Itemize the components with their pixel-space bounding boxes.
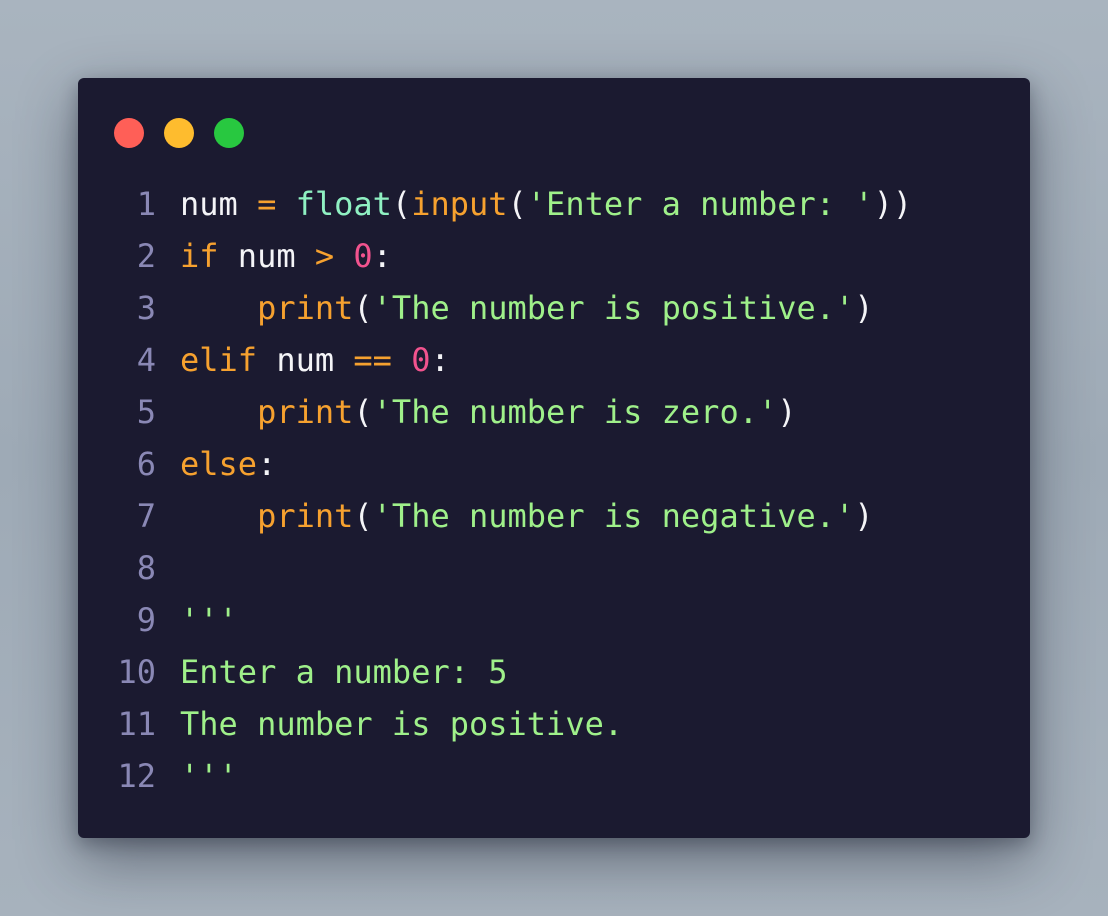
code-token-str: 'Enter a number: ': [526, 185, 874, 223]
code-line: 8: [78, 542, 1030, 594]
code-line: 4 elif num == 0:: [78, 334, 1030, 386]
code-token-out: ''': [180, 757, 238, 795]
line-number: 8: [136, 549, 156, 587]
code-line: 9 ''': [78, 594, 1030, 646]
line-source: The number is positive.: [180, 698, 623, 750]
code-line: 1 num = float(input('Enter a number: ')): [78, 178, 1030, 230]
code-token-num: 0: [353, 237, 373, 275]
code-token-str: 'The number is negative.': [372, 497, 855, 535]
code-window: 1 num = float(input('Enter a number: ')) 2…: [78, 78, 1030, 838]
line-number: 1: [136, 185, 156, 223]
line-number: 4: [136, 341, 156, 379]
line-source: Enter a number: 5: [180, 646, 508, 698]
code-token-out: ''': [180, 601, 238, 639]
code-token-punc: (: [353, 497, 373, 535]
code-token-plain: num: [180, 185, 258, 223]
code-token-out: Enter a number: 5: [180, 653, 508, 691]
window-controls: [114, 118, 244, 148]
code-token-fn: print: [257, 289, 354, 327]
code-token-fn: print: [257, 497, 354, 535]
code-token-punc: (: [353, 289, 373, 327]
code-token-str: 'The number is positive.': [372, 289, 855, 327]
line-number: 6: [136, 445, 156, 483]
code-line: 6 else:: [78, 438, 1030, 490]
code-editor: 1 num = float(input('Enter a number: ')) 2…: [78, 178, 1030, 802]
code-token-plain: num: [218, 237, 315, 275]
line-number: 11: [117, 705, 156, 743]
line-number: 9: [136, 601, 156, 639]
code-token-op: =: [257, 185, 277, 223]
code-line: 7 print('The number is negative.'): [78, 490, 1030, 542]
code-token-kw: elif: [180, 341, 258, 379]
code-token-punc: (: [353, 393, 373, 431]
code-token-plain: num: [257, 341, 354, 379]
line-source: ''': [180, 594, 238, 646]
code-line: 3 print('The number is positive.'): [78, 282, 1030, 334]
code-token-str: 'The number is zero.': [372, 393, 778, 431]
code-token-out: The number is positive.: [180, 705, 624, 743]
line-number: 5: [136, 393, 156, 431]
code-token-punc: (: [391, 185, 412, 223]
code-token-punc: (: [507, 185, 527, 223]
line-source: else:: [180, 438, 276, 490]
code-token-kw: else: [180, 445, 258, 483]
line-number: 7: [136, 497, 156, 535]
line-number: 10: [117, 653, 156, 691]
code-token-kw: if: [180, 237, 219, 275]
code-token-fn: print: [257, 393, 354, 431]
line-number: 2: [136, 237, 156, 275]
code-line: 10 Enter a number: 5: [78, 646, 1030, 698]
code-token-op: >: [314, 237, 335, 275]
code-token-builtin: float: [295, 185, 392, 223]
code-token-punc: ): [854, 497, 874, 535]
line-source: if num > 0:: [180, 230, 392, 282]
code-token-punc: ): [777, 393, 797, 431]
maximize-button[interactable]: [214, 118, 244, 148]
close-button[interactable]: [114, 118, 144, 148]
minimize-button[interactable]: [164, 118, 194, 148]
line-source: print('The number is zero.'): [180, 386, 797, 438]
line-source: elif num == 0:: [180, 334, 450, 386]
code-token-op: ==: [353, 341, 392, 379]
line-source: num = float(input('Enter a number: ')): [180, 178, 912, 230]
line-source: print('The number is negative.'): [180, 490, 874, 542]
code-line: 12 ''': [78, 750, 1030, 802]
code-token-num: 0: [411, 341, 431, 379]
line-source: print('The number is positive.'): [180, 282, 874, 334]
code-token-punc: :: [372, 237, 392, 275]
code-token-punc: :: [257, 445, 277, 483]
line-number: 12: [117, 757, 156, 795]
code-token-punc: ): [854, 289, 874, 327]
code-line: 2 if num > 0:: [78, 230, 1030, 282]
code-line: 5 print('The number is zero.'): [78, 386, 1030, 438]
code-line: 11 The number is positive.: [78, 698, 1030, 750]
code-token-punc: )): [873, 185, 913, 223]
line-source: ''': [180, 750, 238, 802]
code-token-punc: :: [430, 341, 450, 379]
line-number: 3: [136, 289, 156, 327]
code-token-fn: input: [411, 185, 508, 223]
